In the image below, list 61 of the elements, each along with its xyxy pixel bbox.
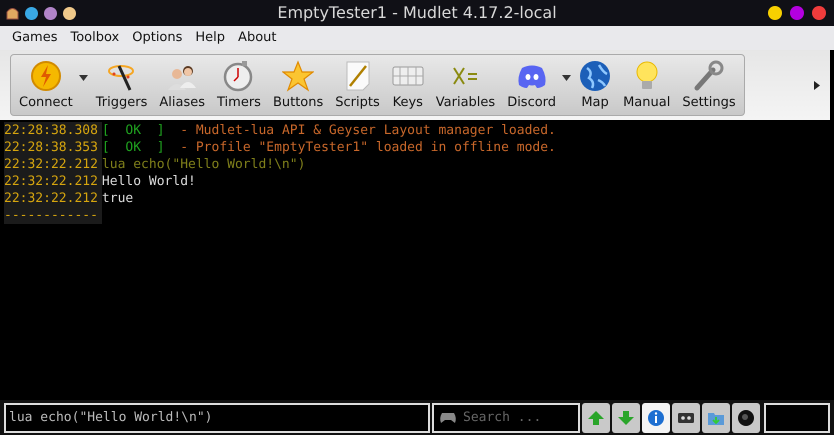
toolbar-button[interactable]: Timers: [211, 60, 267, 109]
lightning-icon: [30, 60, 62, 92]
toolbar-button[interactable]: Discord: [501, 60, 562, 109]
toolbar-button[interactable]: Buttons: [266, 60, 330, 109]
toolbar-button[interactable]: Settings: [676, 60, 742, 109]
console-text: - Mudlet-lua API & Geyser Layout manager loaded.: [179, 122, 556, 139]
timestamp: 22:32:22.212: [4, 173, 102, 190]
timestamp: 22:28:38.308: [4, 122, 102, 139]
arrow-up-icon: [587, 408, 605, 426]
star-icon: [282, 60, 314, 92]
arrow-down-icon: [617, 408, 635, 426]
console-text: true: [102, 190, 134, 207]
menu-item[interactable]: Toolbox: [64, 28, 126, 48]
command-input[interactable]: lua echo("Hello World!\n"): [4, 402, 430, 432]
toolbar-button[interactable]: Aliases: [153, 60, 212, 109]
toolbar-button[interactable]: Scripts: [329, 60, 386, 109]
console-button[interactable]: [732, 402, 760, 432]
window-control-icon[interactable]: [63, 6, 76, 20]
console-text: Hello World!: [102, 173, 196, 190]
app-icon[interactable]: [6, 6, 19, 20]
minimize-button[interactable]: [768, 6, 782, 20]
toolbar-button[interactable]: Variables: [430, 60, 502, 109]
console-button[interactable]: [702, 402, 730, 432]
stopwatch-icon: [222, 60, 255, 92]
toolbar-button[interactable]: Triggers: [90, 60, 154, 109]
timestamp: 22:32:22.212: [4, 190, 102, 207]
timestamp: 22:28:38.353: [4, 139, 102, 156]
maximize-button[interactable]: [790, 6, 804, 20]
search-field[interactable]: Search ...: [463, 408, 563, 428]
window-control-icon[interactable]: [25, 6, 38, 20]
console-button[interactable]: [582, 402, 610, 432]
toolbar-button[interactable]: Connect: [13, 60, 79, 109]
console-text: [ OK ]: [102, 122, 165, 139]
window-control-icon[interactable]: [44, 6, 57, 20]
console-text: - Profile "EmptyTester1" loaded in offline mode.: [179, 139, 556, 156]
console-text: [ OK ]: [102, 139, 165, 156]
wrench-icon: [692, 60, 725, 92]
window-title: EmptyTester1 - Mudlet 4.17.2-local: [276, 2, 558, 24]
toolbar-button[interactable]: Keys: [386, 60, 430, 109]
toolbar-button[interactable]: Map: [573, 60, 618, 109]
output-field[interactable]: [764, 402, 830, 432]
console-button[interactable]: [612, 402, 640, 432]
toolbar-button[interactable]: Manual: [617, 60, 676, 109]
console-button[interactable]: [642, 402, 670, 432]
globe-icon: [579, 60, 612, 92]
info-icon: [647, 408, 665, 426]
menu-item[interactable]: About: [232, 28, 282, 48]
menu-item[interactable]: Help: [189, 28, 232, 48]
circle-icon: [737, 408, 755, 426]
console-button[interactable]: [672, 402, 700, 432]
caret-icon: [78, 74, 88, 80]
menu-item[interactable]: Options: [126, 28, 188, 48]
overflow-arrow-icon[interactable]: [814, 80, 820, 90]
search-box[interactable]: Search ...: [432, 402, 580, 432]
caret-icon: [562, 74, 572, 80]
timestamp: 22:32:22.212: [4, 156, 102, 173]
gamepad-icon: [439, 412, 457, 424]
close-button[interactable]: [812, 6, 826, 20]
timestamp: ------------: [4, 207, 102, 224]
console-text: lua echo("Hello World!\n"): [102, 156, 306, 173]
menu-item[interactable]: Games: [6, 28, 64, 48]
